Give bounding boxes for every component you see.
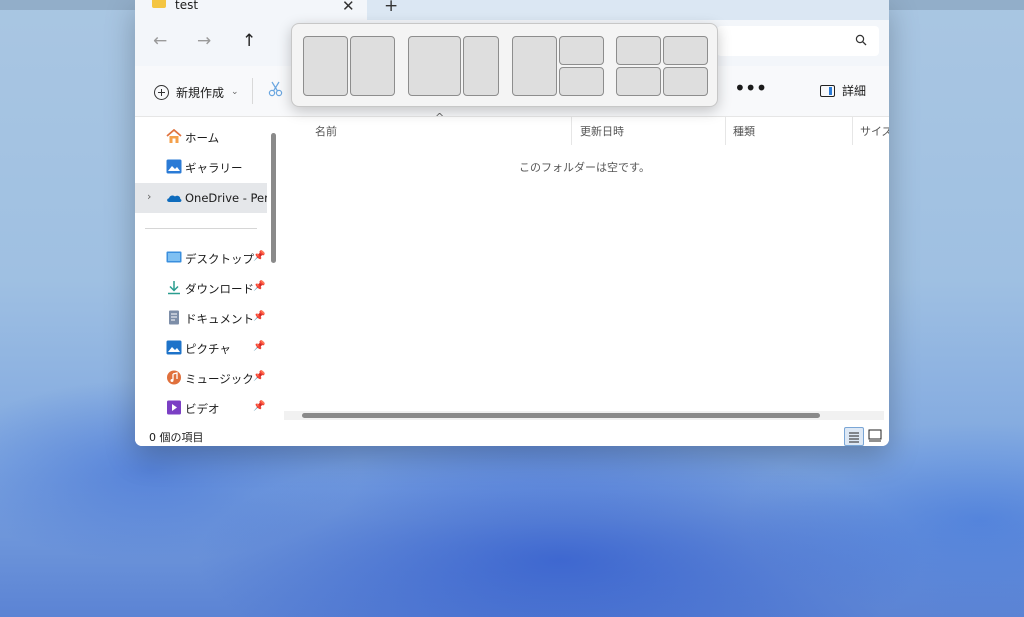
add-circle-icon — [154, 84, 169, 100]
onedrive-icon — [167, 195, 182, 202]
sidebar-item-label: ピクチャ — [185, 342, 231, 356]
pictures-icon — [166, 340, 182, 355]
sidebar-item-gallery[interactable]: ギャラリー — [135, 152, 267, 182]
empty-folder-message: このフォルダーは空です。 — [519, 161, 650, 174]
desktop-icon — [166, 251, 182, 263]
pin-icon[interactable]: 📌 — [253, 251, 265, 262]
tab-test[interactable]: test ✕ — [135, 0, 367, 20]
snap-zone-layout4-bottom-right[interactable] — [663, 67, 708, 96]
details-view-button[interactable] — [844, 427, 864, 446]
sidebar-item-label: ギャラリー — [185, 161, 243, 175]
file-list: ^ 名前 更新日時 種類 サイズ このフォルダーは空です。 — [280, 111, 889, 424]
chevron-down-icon: ⌄ — [231, 87, 239, 97]
snap-zone-layout4-bottom-left[interactable] — [616, 67, 661, 96]
sidebar-item-pictures[interactable]: ピクチャ 📌 — [135, 333, 267, 363]
sidebar-item-label: ホーム — [185, 131, 220, 145]
sidebar-item-label: ダウンロード — [185, 282, 254, 296]
list-view-icon — [849, 432, 859, 443]
snap-zone-layout1-left[interactable] — [303, 36, 348, 96]
toolbar-divider — [252, 78, 253, 104]
pin-icon[interactable]: 📌 — [253, 311, 265, 322]
tab-bar: test ✕ + — [135, 0, 889, 20]
snap-zone-layout3-left[interactable] — [512, 36, 557, 96]
column-separator[interactable] — [571, 117, 572, 145]
arrow-left-icon[interactable]: ← — [153, 31, 167, 51]
scrollbar-thumb[interactable] — [271, 133, 276, 263]
thumbnail-view-button[interactable] — [866, 427, 884, 444]
column-header-modified[interactable]: 更新日時 — [580, 123, 624, 139]
cut-icon[interactable] — [267, 80, 285, 98]
snap-zone-layout4-top-right[interactable] — [663, 36, 708, 65]
horizontal-scrollbar[interactable] — [284, 411, 884, 420]
sidebar-divider — [145, 228, 257, 229]
home-icon — [166, 129, 182, 143]
arrow-right-icon[interactable]: → — [197, 31, 211, 51]
folder-icon — [152, 0, 166, 8]
column-header-type[interactable]: 種類 — [733, 123, 755, 139]
column-separator[interactable] — [725, 117, 726, 145]
gallery-icon — [166, 159, 182, 174]
sidebar-item-downloads[interactable]: ダウンロード 📌 — [135, 273, 267, 303]
arrow-up-icon[interactable]: ↑ — [242, 31, 256, 51]
sort-caret-icon: ^ — [435, 111, 445, 124]
sidebar-item-documents[interactable]: ドキュメント 📌 — [135, 303, 267, 333]
details-label: 詳細 — [842, 84, 867, 98]
search-icon — [855, 34, 867, 46]
sidebar-item-home[interactable]: ホーム — [135, 122, 267, 152]
snap-zone-layout2-left[interactable] — [408, 36, 461, 96]
tab-title: test — [175, 0, 199, 12]
sidebar-item-desktop[interactable]: デスクトップ 📌 — [135, 243, 267, 273]
snap-zone-layout1-right[interactable] — [350, 36, 395, 96]
sidebar-item-onedrive[interactable]: › OneDrive - Perso — [135, 183, 282, 213]
music-icon — [167, 370, 181, 385]
navigation-pane: ホーム ギャラリー › OneDrive - Perso デスクトップ 📌 ダウ… — [135, 117, 282, 423]
thumbnail-view-icon — [868, 429, 882, 442]
search-box[interactable] — [717, 26, 879, 56]
pin-icon[interactable]: 📌 — [253, 281, 265, 292]
column-header-name[interactable]: 名前 — [315, 123, 337, 139]
sidebar-item-music[interactable]: ミュージック 📌 — [135, 363, 267, 393]
new-button[interactable]: 新規作成 ⌄ — [154, 82, 239, 102]
snap-layouts-flyout — [291, 23, 718, 107]
snap-zone-layout3-top-right[interactable] — [559, 36, 604, 65]
close-icon[interactable]: ✕ — [342, 0, 355, 15]
snap-zone-layout2-right[interactable] — [463, 36, 499, 96]
sidebar-item-label: ミュージック — [185, 372, 254, 386]
scrollbar-thumb[interactable] — [302, 413, 820, 418]
chevron-right-icon[interactable]: › — [147, 190, 151, 203]
column-separator[interactable] — [852, 117, 853, 145]
download-icon — [168, 281, 180, 295]
new-button-label: 新規作成 — [176, 85, 225, 100]
details-button[interactable]: 詳細 — [820, 82, 866, 99]
pin-icon[interactable]: 📌 — [253, 401, 265, 412]
pin-icon[interactable]: 📌 — [253, 341, 265, 352]
snap-zone-layout3-bottom-right[interactable] — [559, 67, 604, 96]
item-count: 0 個の項目 — [149, 431, 204, 444]
column-header-size[interactable]: サイズ — [860, 123, 889, 139]
snap-zone-layout4-top-left[interactable] — [616, 36, 661, 65]
sidebar-item-label: ビデオ — [185, 402, 220, 416]
document-icon — [169, 310, 179, 325]
sidebar-scrollbar[interactable] — [267, 117, 280, 422]
sidebar-item-label: ドキュメント — [185, 312, 254, 326]
sidebar-item-label: デスクトップ — [185, 252, 254, 266]
details-pane-icon — [820, 84, 835, 97]
more-options-button[interactable]: ••• — [734, 76, 767, 100]
video-icon — [167, 400, 181, 415]
status-bar: 0 個の項目 — [135, 424, 889, 446]
pin-icon[interactable]: 📌 — [253, 371, 265, 382]
sidebar-item-videos[interactable]: ビデオ 📌 — [135, 393, 267, 423]
plus-icon[interactable]: + — [384, 0, 398, 16]
